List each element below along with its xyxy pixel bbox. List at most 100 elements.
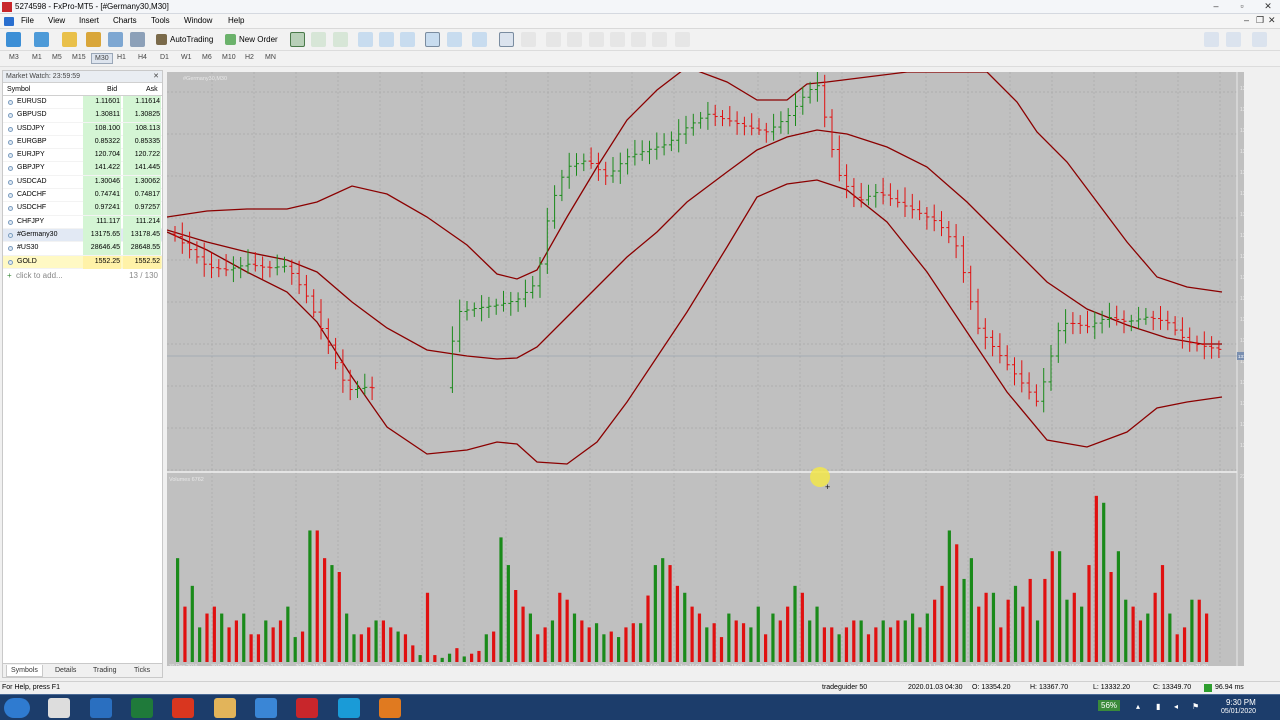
volume-bar bbox=[447, 653, 452, 662]
zoom-out-icon[interactable] bbox=[379, 32, 394, 47]
file-explorer-icon[interactable] bbox=[214, 698, 236, 718]
cursor-icon[interactable] bbox=[499, 32, 514, 47]
market-watch-row[interactable]: EURGBP 0.85322 0.85335 bbox=[3, 135, 162, 150]
menu-charts[interactable]: Charts bbox=[113, 16, 137, 25]
tab-details[interactable]: Details bbox=[51, 665, 80, 677]
status-profile[interactable]: tradeguider 50 bbox=[822, 684, 867, 691]
market-watch-row[interactable]: #Germany30 13175.65 13178.45 bbox=[3, 228, 162, 243]
close-panel-icon[interactable]: ✕ bbox=[153, 72, 159, 80]
profiles-icon[interactable] bbox=[34, 32, 49, 47]
tab-ticks[interactable]: Ticks bbox=[130, 665, 154, 677]
tab-trading[interactable]: Trading bbox=[89, 665, 120, 677]
chrome-icon[interactable] bbox=[48, 698, 70, 718]
market-watch-row[interactable]: CHFJPY 111.117 111.214 bbox=[3, 215, 162, 229]
child-minimize-icon[interactable]: – bbox=[1244, 15, 1249, 25]
market-watch-row[interactable]: #US30 28646.45 28648.55 bbox=[3, 242, 162, 256]
tf-mn[interactable]: MN bbox=[262, 53, 279, 62]
recorder-icon[interactable] bbox=[379, 698, 401, 718]
add-symbol-row[interactable]: + click to add... 13 / 130 bbox=[3, 269, 162, 281]
child-restore-icon[interactable]: ❐ bbox=[1256, 15, 1264, 26]
tf-m10[interactable]: M10 bbox=[219, 53, 239, 62]
price-chart[interactable]: 13434.91 13414.01 13393.61 13372.76 13352.21… bbox=[167, 72, 1244, 666]
tf-h4[interactable]: H4 bbox=[135, 53, 150, 62]
tf-m3[interactable]: M3 bbox=[6, 53, 22, 62]
trendline-icon[interactable] bbox=[589, 32, 604, 47]
crosshair-icon[interactable] bbox=[521, 32, 536, 47]
navigator-icon[interactable] bbox=[86, 32, 101, 47]
column-bid[interactable]: Bid bbox=[107, 86, 117, 93]
internet-explorer-icon[interactable] bbox=[90, 698, 112, 718]
tf-m6[interactable]: M6 bbox=[199, 53, 215, 62]
volume-icon[interactable]: ◂ bbox=[1174, 702, 1178, 711]
market-watch-row[interactable]: EURJPY 120.704 120.722 bbox=[3, 149, 162, 163]
start-button-icon[interactable] bbox=[4, 698, 30, 718]
text-icon[interactable] bbox=[652, 32, 667, 47]
menu-window[interactable]: Window bbox=[184, 16, 212, 25]
menu-insert[interactable]: Insert bbox=[79, 16, 99, 25]
tf-m15[interactable]: M15 bbox=[69, 53, 89, 62]
market-watch-row[interactable]: EURUSD 1.11601 1.11614 bbox=[3, 96, 162, 110]
maximize-icon[interactable]: ▫ bbox=[1236, 1, 1248, 11]
menu-tools[interactable]: Tools bbox=[151, 16, 170, 25]
tray-arrow-icon[interactable]: ▴ bbox=[1136, 702, 1140, 711]
minimize-icon[interactable]: – bbox=[1210, 1, 1222, 11]
new-order-button[interactable]: New Order bbox=[223, 32, 281, 48]
auto-scroll-icon[interactable] bbox=[425, 32, 440, 47]
search-icon[interactable] bbox=[1204, 32, 1219, 47]
line-chart-icon[interactable] bbox=[333, 32, 348, 47]
chart-area[interactable]: 13434.91 13414.01 13393.61 13372.76 13352.21… bbox=[167, 72, 1244, 666]
column-symbol[interactable]: Symbol bbox=[7, 86, 30, 93]
tf-w1[interactable]: W1 bbox=[178, 53, 195, 62]
shapes-icon[interactable] bbox=[675, 32, 690, 47]
app-s-icon[interactable] bbox=[172, 698, 194, 718]
market-watch-row[interactable]: GBPJPY 141.422 141.445 bbox=[3, 162, 162, 176]
tf-h1[interactable]: H1 bbox=[114, 53, 129, 62]
horizontal-line-icon[interactable] bbox=[567, 32, 582, 47]
fibonacci-icon[interactable] bbox=[631, 32, 646, 47]
volume-bar bbox=[587, 627, 591, 662]
market-watch-row[interactable]: CADCHF 0.74741 0.74817 bbox=[3, 189, 162, 203]
bid-price: 111.117 bbox=[83, 215, 121, 229]
cloud-icon[interactable] bbox=[1252, 32, 1267, 47]
network-icon[interactable]: ▮ bbox=[1156, 702, 1160, 711]
close-icon[interactable]: ✕ bbox=[1262, 1, 1274, 12]
market-watch-row[interactable]: USDCHF 0.97241 0.97257 bbox=[3, 202, 162, 216]
bar-chart-icon[interactable] bbox=[290, 32, 305, 47]
autotrading-button[interactable]: AutoTrading bbox=[154, 32, 218, 48]
candlestick-icon[interactable] bbox=[311, 32, 326, 47]
market-watch-row[interactable]: USDCAD 1.30046 1.30062 bbox=[3, 175, 162, 190]
skype-icon[interactable] bbox=[338, 698, 360, 718]
battery-indicator[interactable]: 56% bbox=[1098, 700, 1121, 711]
tf-m1[interactable]: M1 bbox=[29, 53, 45, 62]
tf-m30[interactable]: M30 bbox=[91, 53, 113, 64]
tf-h2[interactable]: H2 bbox=[242, 53, 257, 62]
clock-time[interactable]: 9:30 PM bbox=[1226, 698, 1256, 707]
tf-m5[interactable]: M5 bbox=[49, 53, 65, 62]
excel-icon[interactable] bbox=[131, 698, 153, 718]
menu-file[interactable]: File bbox=[21, 16, 34, 25]
tab-symbols[interactable]: Symbols bbox=[6, 665, 43, 677]
indicators-icon[interactable] bbox=[472, 32, 487, 47]
menu-help[interactable]: Help bbox=[228, 16, 244, 25]
fxpro-icon[interactable] bbox=[296, 698, 318, 718]
market-watch-icon[interactable] bbox=[62, 32, 77, 47]
strategy-tester-icon[interactable] bbox=[108, 32, 123, 47]
flag-icon[interactable]: ⚑ bbox=[1192, 702, 1199, 711]
column-ask[interactable]: Ask bbox=[146, 86, 158, 93]
child-close-icon[interactable]: ✕ bbox=[1268, 15, 1276, 26]
new-chart-icon[interactable] bbox=[6, 32, 21, 47]
market-watch-row[interactable]: USDJPY 108.100 108.113 bbox=[3, 122, 162, 136]
channel-icon[interactable] bbox=[610, 32, 625, 47]
tf-d1[interactable]: D1 bbox=[157, 53, 172, 62]
chat-icon[interactable] bbox=[1226, 32, 1241, 47]
clock-date[interactable]: 05/01/2020 bbox=[1221, 708, 1256, 715]
zoom-in-icon[interactable] bbox=[358, 32, 373, 47]
menu-view[interactable]: View bbox=[48, 16, 65, 25]
terminal-icon[interactable] bbox=[130, 32, 145, 47]
onedrive-icon[interactable] bbox=[255, 698, 277, 718]
tile-windows-icon[interactable] bbox=[400, 32, 415, 47]
chart-shift-icon[interactable] bbox=[447, 32, 462, 47]
vertical-line-icon[interactable] bbox=[546, 32, 561, 47]
market-watch-row[interactable]: GBPUSD 1.30811 1.30825 bbox=[3, 109, 162, 123]
market-watch-row[interactable]: GOLD 1552.25 1552.52 bbox=[3, 255, 162, 269]
